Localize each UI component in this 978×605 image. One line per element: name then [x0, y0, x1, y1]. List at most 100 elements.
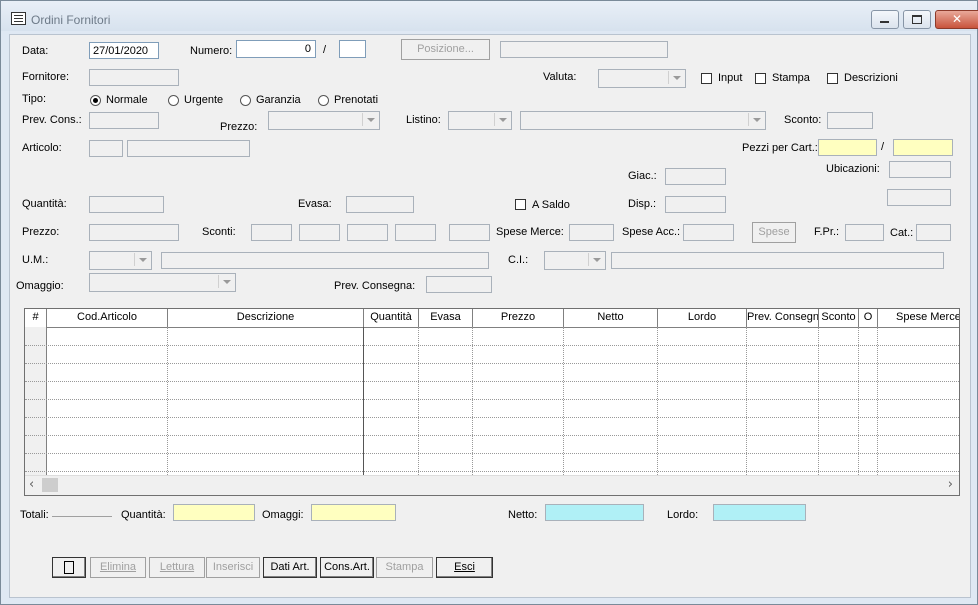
pezzi-cart-field[interactable] — [818, 139, 877, 156]
ci-select[interactable] — [544, 251, 606, 270]
tipo-radio-normale[interactable] — [90, 95, 101, 106]
sconto-field[interactable] — [827, 112, 873, 129]
table-row[interactable] — [25, 399, 959, 400]
cat-field[interactable] — [916, 224, 951, 241]
esci-button[interactable]: Esci — [436, 557, 493, 578]
listino-desc-select[interactable] — [520, 111, 766, 130]
order-lines-table[interactable]: # Cod.Articolo Descrizione Quantità Evas… — [24, 308, 960, 496]
sconto-3-field[interactable] — [347, 224, 388, 241]
totali-lordo-field[interactable] — [713, 504, 806, 521]
ubicazioni-field-1[interactable] — [889, 161, 951, 178]
numero-field[interactable]: 0 — [236, 40, 316, 58]
dati-art-button[interactable]: Dati Art. — [263, 557, 317, 578]
cons-art-button[interactable]: Cons.Art. — [320, 557, 374, 578]
tipo-radio-garanzia[interactable] — [240, 95, 251, 106]
data-field[interactable]: 27/01/2020 — [89, 42, 159, 59]
col-header-spese-merce[interactable]: Spese Merce — [878, 309, 959, 327]
maximize-button[interactable] — [903, 10, 931, 29]
col-header-sconto[interactable]: Sconto — [819, 309, 859, 327]
articolo-desc-field[interactable] — [127, 140, 250, 157]
inserisci-button[interactable]: Inserisci — [206, 557, 260, 578]
pezzi-cart-field-2[interactable] — [893, 139, 953, 156]
close-button[interactable]: ✕ — [935, 10, 978, 29]
totali-label: Totali: — [20, 509, 49, 521]
table-row[interactable] — [25, 417, 959, 418]
col-header-cod-articolo[interactable]: Cod.Articolo — [47, 309, 168, 327]
totali-quantita-field[interactable] — [173, 504, 255, 521]
valuta-label: Valuta: — [543, 71, 577, 83]
title-bar[interactable]: Ordini Fornitori ✕ — [1, 1, 978, 31]
totali-netto-field[interactable] — [545, 504, 644, 521]
col-header-o[interactable]: O — [859, 309, 878, 327]
omaggio-select[interactable] — [89, 273, 236, 292]
chevron-down-icon — [588, 253, 604, 266]
sconto-5-field[interactable] — [449, 224, 490, 241]
chevron-down-icon — [494, 113, 510, 126]
articolo-code-field[interactable] — [89, 140, 123, 157]
new-record-button[interactable] — [52, 557, 86, 578]
totali-omaggi-field[interactable] — [311, 504, 396, 521]
tipo-radio-urgente[interactable] — [168, 95, 179, 106]
tipo-radio-prenotati[interactable] — [318, 95, 329, 106]
fpr-field[interactable] — [845, 224, 884, 241]
col-header-evasa[interactable]: Evasa — [419, 309, 473, 327]
um-desc-field[interactable] — [161, 252, 489, 269]
sconti-label: Sconti: — [202, 226, 236, 238]
inserisci-label: Inserisci — [212, 561, 254, 573]
sconto-1-field[interactable] — [251, 224, 292, 241]
window-title: Ordini Fornitori — [31, 13, 111, 27]
lettura-button[interactable]: Lettura — [149, 557, 205, 578]
spese-button[interactable]: Spese — [752, 222, 796, 243]
a-saldo-checkbox[interactable] — [515, 199, 526, 210]
chevron-down-icon — [218, 275, 234, 288]
input-checkbox[interactable] — [701, 73, 712, 84]
quantita-field[interactable] — [89, 196, 164, 213]
col-header-quantita[interactable]: Quantità — [364, 309, 419, 327]
ubicazioni-field-2[interactable] — [887, 189, 951, 206]
spese-acc-field[interactable] — [683, 224, 734, 241]
table-row[interactable] — [25, 345, 959, 346]
horizontal-scrollbar[interactable]: ‹ › — [25, 475, 959, 495]
scroll-left-icon[interactable]: ‹ — [29, 477, 34, 492]
table-row[interactable] — [25, 453, 959, 454]
fornitore-field[interactable] — [89, 69, 179, 86]
posizione-field[interactable] — [500, 41, 668, 58]
tipo-option-urgente: Urgente — [184, 94, 224, 106]
col-header-prev-consegna[interactable]: Prev. Consegn — [747, 309, 819, 327]
prezzo-select[interactable] — [268, 111, 380, 130]
col-header-num[interactable]: # — [25, 309, 47, 327]
scroll-right-icon[interactable]: › — [948, 477, 953, 492]
table-row[interactable] — [25, 471, 959, 472]
evasa-field[interactable] — [346, 196, 414, 213]
listino-select[interactable] — [448, 111, 512, 130]
col-header-netto[interactable]: Netto — [564, 309, 658, 327]
um-select[interactable] — [89, 251, 152, 270]
scrollbar-thumb[interactable] — [42, 478, 58, 492]
spese-merce-field[interactable] — [569, 224, 614, 241]
prezzo-field[interactable] — [89, 224, 179, 241]
table-row[interactable] — [25, 381, 959, 382]
table-row[interactable] — [25, 435, 959, 436]
minimize-button[interactable] — [871, 10, 899, 29]
sconto-2-field[interactable] — [299, 224, 340, 241]
stampa-checkbox[interactable] — [755, 73, 766, 84]
giac-field[interactable] — [665, 168, 726, 185]
posizione-button[interactable]: Posizione... — [401, 39, 490, 60]
valuta-select[interactable] — [598, 69, 686, 88]
descrizioni-checkbox[interactable] — [827, 73, 838, 84]
elimina-button[interactable]: Elimina — [90, 557, 146, 578]
prev-consegna-field[interactable] — [426, 276, 492, 293]
col-header-prezzo[interactable]: Prezzo — [473, 309, 564, 327]
col-header-lordo[interactable]: Lordo — [658, 309, 747, 327]
col-header-descrizione[interactable]: Descrizione — [168, 309, 364, 327]
stampa-button[interactable]: Stampa — [376, 557, 433, 578]
giac-label: Giac.: — [628, 170, 657, 182]
table-row[interactable] — [25, 363, 959, 364]
sconto-4-field[interactable] — [395, 224, 436, 241]
ci-desc-field[interactable] — [611, 252, 944, 269]
numero-suffix-field[interactable] — [339, 40, 366, 58]
stampa-button-label: Stampa — [385, 561, 424, 573]
tipo-option-prenotati: Prenotati — [334, 94, 379, 106]
disp-field[interactable] — [665, 196, 726, 213]
prev-cons-field[interactable] — [89, 112, 159, 129]
